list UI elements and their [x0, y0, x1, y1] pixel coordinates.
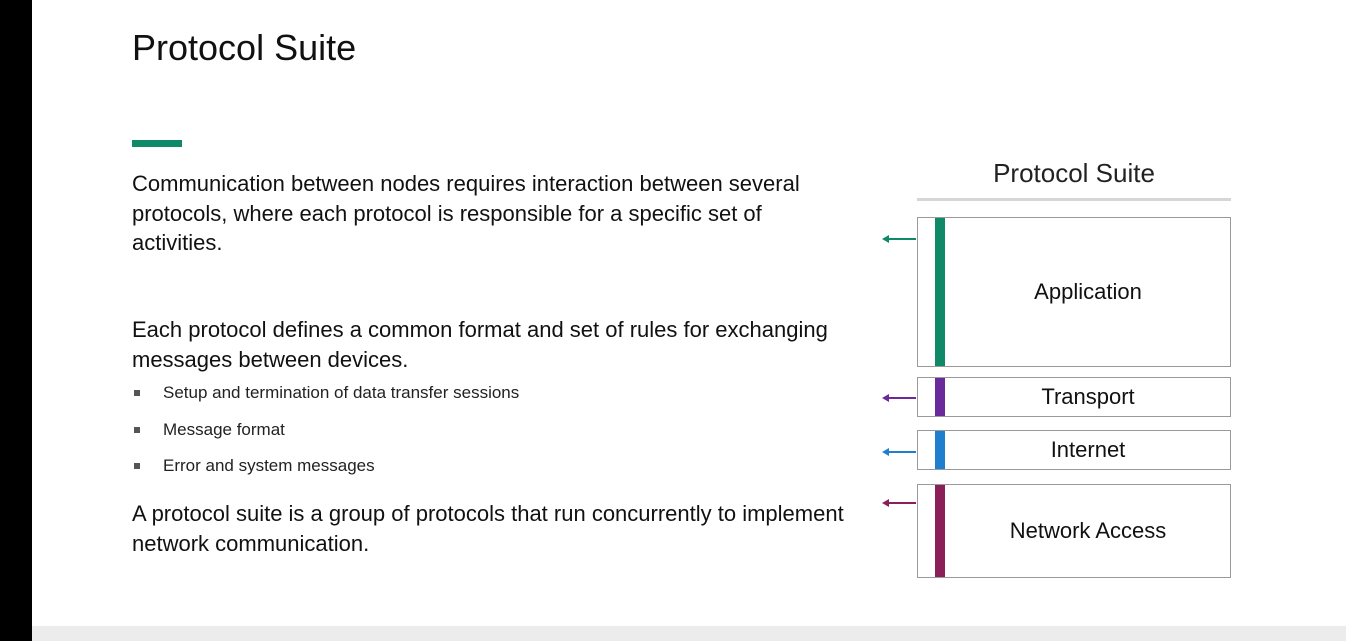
layer-internet: Internet	[917, 430, 1231, 470]
layer-color-stripe	[935, 378, 945, 416]
diagram-title: Protocol Suite	[993, 158, 1155, 188]
bullet-item: Message format	[132, 418, 519, 455]
layer-transport: Transport	[917, 377, 1231, 417]
layer-color-stripe	[935, 218, 945, 366]
arrow-left-icon	[882, 392, 916, 404]
diagram-title-rule	[917, 198, 1231, 201]
layer-label: Internet	[1050, 437, 1126, 462]
paragraph-communication: Communication between nodes requires int…	[132, 171, 800, 255]
arrow-left-icon	[882, 497, 916, 509]
bullet-text: Message format	[163, 419, 285, 439]
bullet-item: Setup and termination of data transfer s…	[132, 381, 519, 418]
bottom-bar	[32, 626, 1346, 641]
paragraph-protocol-suite: A protocol suite is a group of protocols…	[132, 501, 844, 556]
paragraph-protocol-rules: Each protocol defines a common format an…	[132, 317, 828, 372]
accent-line	[132, 140, 182, 147]
layer-application: Application	[917, 217, 1231, 367]
bullet-square-icon	[134, 463, 140, 469]
layer-color-stripe	[935, 431, 945, 469]
layer-color-stripe	[935, 485, 945, 577]
bullet-text: Error and system messages	[163, 456, 375, 475]
bullet-square-icon	[134, 390, 140, 396]
left-black-bar	[0, 0, 32, 641]
arrow-left-icon	[882, 446, 916, 458]
bullet-text: Setup and termination of data transfer s…	[163, 383, 520, 402]
layer-label: Network Access	[1009, 518, 1167, 543]
layer-network-access: Network Access	[917, 484, 1231, 578]
bullet-square-icon	[134, 426, 140, 433]
bullet-item: Error and system messages	[132, 454, 519, 491]
bullet-list: Setup and termination of data transfer s…	[132, 381, 519, 491]
slide-title: Protocol Suite	[132, 27, 357, 68]
layer-label: Application	[1034, 279, 1142, 304]
arrow-left-icon	[882, 233, 916, 245]
layer-label: Transport	[1041, 384, 1135, 409]
